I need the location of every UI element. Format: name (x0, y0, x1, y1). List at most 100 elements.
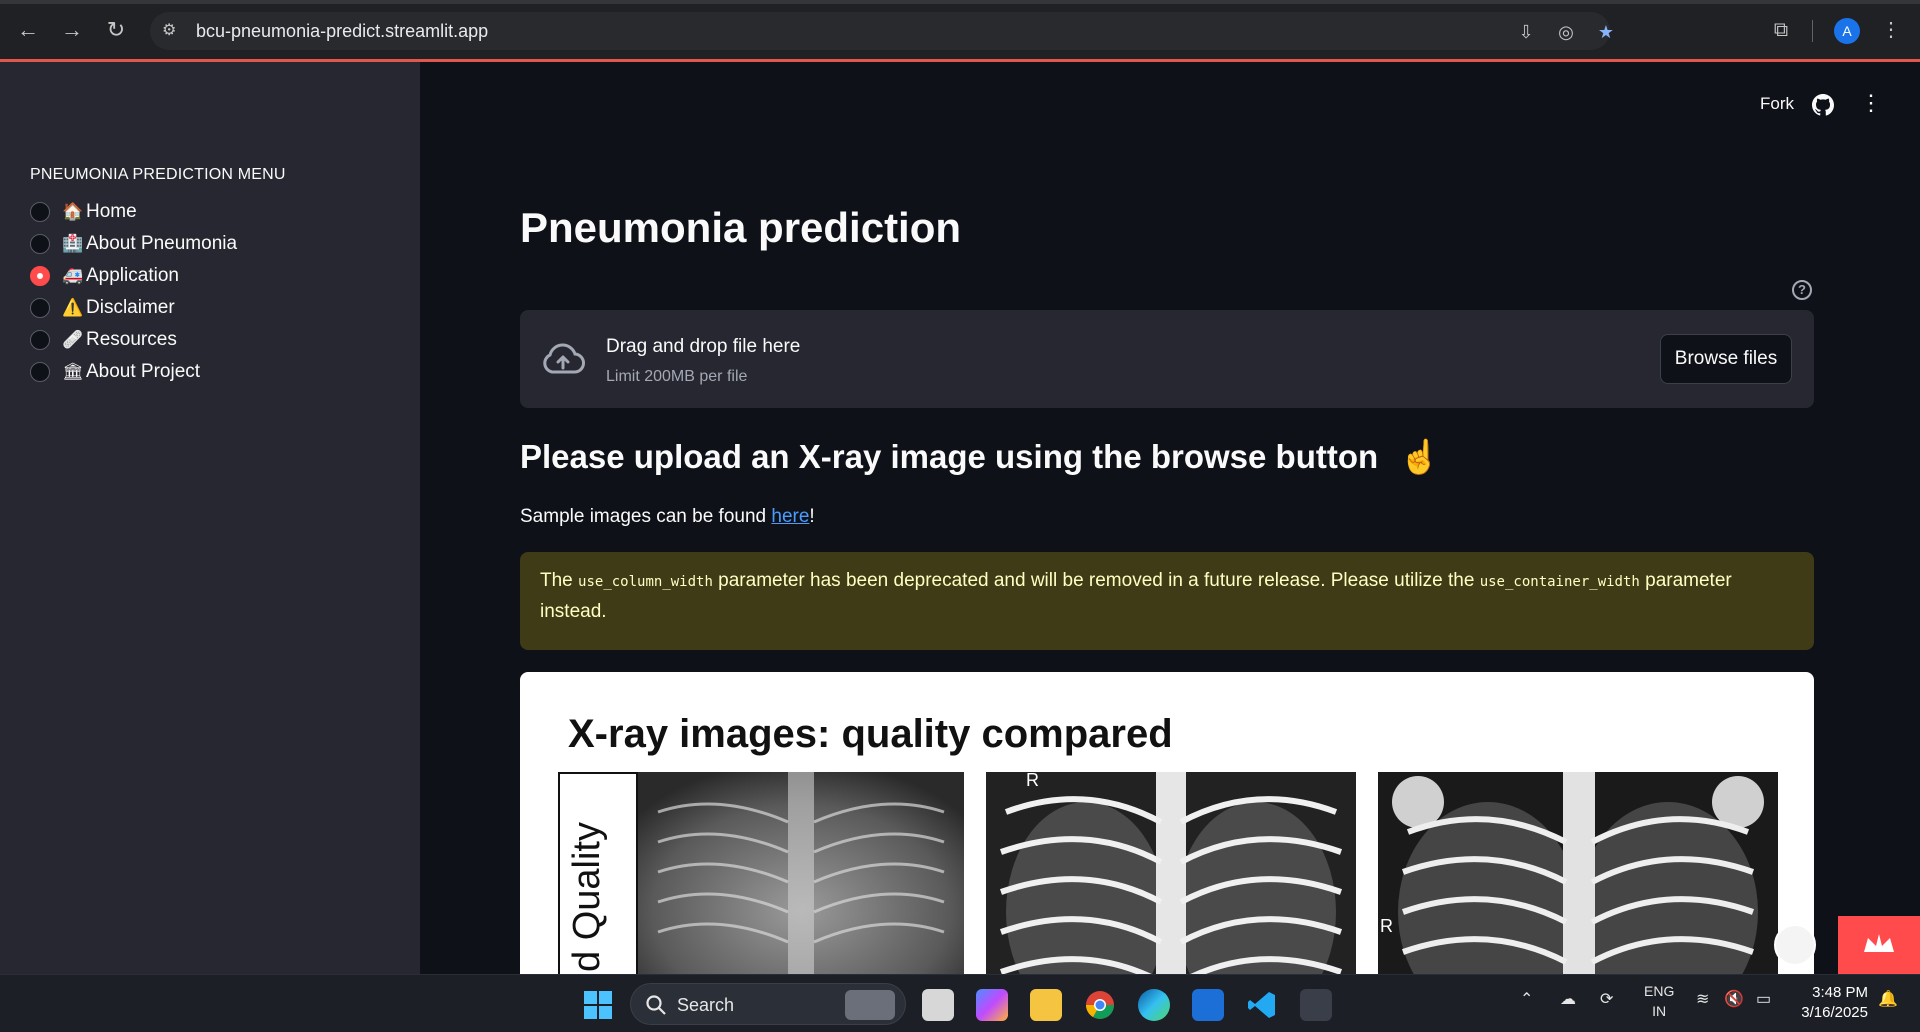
volume-muted-icon[interactable]: 🔇 (1724, 989, 1744, 1009)
xray-marker-r: R (1026, 772, 1039, 790)
sidebar-item-home[interactable]: 🏠 Home (30, 198, 137, 226)
wifi-icon[interactable]: ≋ (1696, 989, 1709, 1009)
house-icon: 🏠 (62, 202, 84, 221)
app-menu-icon[interactable]: ⋮ (1860, 90, 1882, 116)
show-hidden-icons[interactable]: ⌃ (1520, 989, 1533, 1009)
warning-text-1: The (540, 570, 579, 591)
forward-icon[interactable]: → (56, 14, 88, 46)
back-icon[interactable]: ← (12, 14, 44, 46)
search-icon (646, 995, 666, 1015)
bookmark-star-icon[interactable]: ★ (1594, 20, 1618, 44)
sidebar-item-resources[interactable]: 🩹 Resources (30, 326, 177, 354)
radio-resources[interactable] (30, 330, 50, 350)
tab-strip (0, 0, 1920, 4)
file-limit-text: Limit 200MB per file (606, 368, 748, 385)
hospital-icon: 🏥 (62, 234, 84, 253)
crown-icon (1864, 934, 1894, 952)
language-bottom: IN (1652, 1003, 1667, 1019)
xray-comparison-image: X-ray images: quality compared d Quality (520, 672, 1814, 974)
sample-prefix: Sample images can be found (520, 506, 772, 527)
pointing-up-icon: ☝️ (1399, 438, 1441, 475)
language-indicator[interactable]: ENG IN (1644, 981, 1674, 1021)
browser-menu-icon[interactable]: ⋮ (1876, 15, 1906, 45)
address-bar[interactable]: ⚙ bcu-pneumonia-predict.streamlit.app ⇩ … (150, 12, 1614, 50)
sample-suffix: ! (809, 506, 815, 527)
sidebar-item-label: Resources (86, 329, 177, 350)
chrome-profile-active-icon[interactable] (1300, 989, 1332, 1021)
upload-instruction-text: Please upload an X-ray image using the b… (520, 438, 1379, 475)
warning-text-2: parameter has been deprecated and will b… (712, 570, 1480, 591)
browser-toolbar: ← → ↻ ⚙ bcu-pneumonia-predict.streamlit.… (0, 0, 1920, 62)
help-icon[interactable]: ? (1792, 280, 1812, 300)
edge-icon[interactable] (1138, 989, 1170, 1021)
xray-image-2: R (986, 772, 1356, 974)
sample-images-link[interactable]: here (771, 506, 809, 527)
xray-image-title: X-ray images: quality compared (568, 712, 1173, 756)
notifications-icon[interactable]: 🔔 (1878, 989, 1898, 1009)
task-view-icon[interactable] (922, 989, 954, 1021)
bandage-icon: 🩹 (62, 330, 84, 349)
windows-taskbar: Search ⌃ ☁ ⟳ ENG IN ≋ 🔇 ▭ 3:48 PM 3/16/2… (0, 974, 1920, 1032)
chrome-icon[interactable] (1084, 989, 1116, 1021)
remote-desktop-icon[interactable] (1192, 989, 1224, 1021)
quality-side-label: d Quality (566, 822, 608, 972)
taskbar-search-box[interactable]: Search (630, 983, 906, 1025)
sidebar: PNEUMONIA PREDICTION MENU 🏠 Home 🏥 About… (0, 62, 420, 974)
copilot-icon[interactable] (976, 989, 1008, 1021)
file-uploader-dropzone[interactable]: Drag and drop file here Limit 200MB per … (520, 310, 1814, 408)
install-app-icon[interactable]: ⇩ (1514, 20, 1538, 44)
menu-title: PNEUMONIA PREDICTION MENU (30, 166, 286, 183)
drag-drop-text: Drag and drop file here (606, 336, 801, 357)
radio-disclaimer[interactable] (30, 298, 50, 318)
sidebar-item-label: Home (86, 201, 137, 222)
search-label: Search (677, 995, 735, 1015)
sidebar-item-about-project[interactable]: 🏛 About Project (30, 358, 200, 386)
warning-code-1: use_column_width (578, 574, 713, 590)
page-title: Pneumonia prediction (520, 204, 962, 251)
browse-files-button[interactable]: Browse files (1660, 334, 1792, 384)
sidebar-item-about-pneumonia[interactable]: 🏥 About Pneumonia (30, 230, 237, 258)
sidebar-item-label: Disclaimer (86, 297, 175, 318)
radio-about-pneumonia[interactable] (30, 234, 50, 254)
sidebar-item-label: About Pneumonia (86, 233, 238, 254)
toolbar-separator (1812, 20, 1813, 42)
fork-button[interactable]: Fork (1760, 94, 1794, 114)
warning-icon: ⚠️ (62, 298, 84, 317)
radio-home[interactable] (30, 202, 50, 222)
streamlit-badge[interactable] (1838, 916, 1920, 974)
xray-marker-r-2: R (1380, 916, 1393, 936)
reload-icon[interactable]: ↻ (100, 14, 132, 46)
xray-image-1 (638, 772, 964, 974)
xray-image-3: R (1378, 772, 1778, 974)
deprecation-warning: The use_column_width parameter has been … (520, 552, 1814, 650)
sidebar-item-label: About Project (86, 361, 201, 382)
sync-icon[interactable]: ⟳ (1600, 989, 1613, 1009)
radio-about-project[interactable] (30, 362, 50, 382)
search-highlight-icon (845, 990, 895, 1020)
system-clock[interactable]: 3:48 PM 3/16/2025 (1790, 983, 1868, 1023)
extensions-icon[interactable]: ⧉ (1766, 15, 1796, 45)
institution-icon: 🏛 (62, 362, 84, 381)
sidebar-item-disclaimer[interactable]: ⚠️ Disclaimer (30, 294, 175, 322)
streamlit-user-avatar[interactable] (1774, 924, 1816, 966)
main-content: Fork ⋮ Pneumonia prediction ? Drag and d… (420, 62, 1920, 974)
github-icon[interactable] (1812, 94, 1834, 116)
file-explorer-icon[interactable] (1030, 989, 1062, 1021)
url-text[interactable]: bcu-pneumonia-predict.streamlit.app (196, 21, 488, 42)
windows-start-icon[interactable] (582, 989, 614, 1021)
cloud-upload-icon (543, 343, 585, 374)
sidebar-item-label: Application (86, 265, 179, 286)
battery-icon[interactable]: ▭ (1756, 989, 1771, 1009)
ambulance-icon: 🚑 (62, 266, 84, 285)
clock-date: 3/16/2025 (1801, 1004, 1868, 1021)
sidebar-item-application[interactable]: 🚑 Application (30, 262, 179, 290)
site-info-icon[interactable]: ⚙ (162, 20, 182, 40)
profile-avatar[interactable]: A (1834, 18, 1860, 44)
sample-images-text: Sample images can be found here! (520, 506, 815, 528)
vscode-icon[interactable] (1246, 989, 1278, 1021)
eye-off-icon[interactable]: ◎ (1554, 20, 1578, 44)
warning-code-2: use_container_width (1479, 574, 1640, 590)
onedrive-icon[interactable]: ☁ (1560, 989, 1576, 1009)
radio-application-selected[interactable] (30, 266, 50, 286)
upload-instruction-heading: Please upload an X-ray image using the b… (520, 438, 1440, 477)
